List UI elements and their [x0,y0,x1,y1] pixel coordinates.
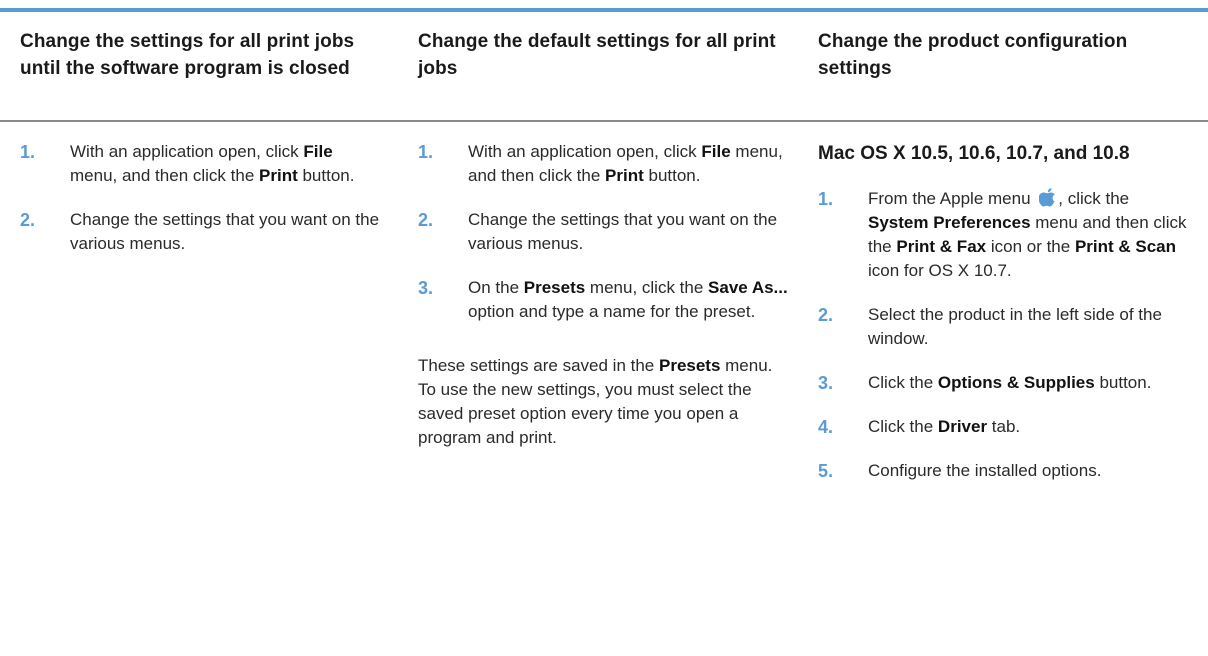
step-number: 5. [818,461,834,481]
column-product-configuration: Mac OS X 10.5, 10.6, 10.7, and 10.8 1. F… [818,140,1193,503]
list-item: 2. Change the settings that you want on … [418,210,778,253]
step-number: 1. [418,142,434,162]
header-default-settings: Change the default settings for all prin… [418,31,776,79]
step-number: 2. [418,210,434,230]
column-all-print-jobs: 1. With an application open, click File … [20,140,380,276]
list-item: 4. Click the Driver tab. [818,417,1021,437]
list-item: 3. Click the Options & Supplies button. [818,373,1152,393]
step-number: 3. [818,373,834,393]
column-default-settings: 1. With an application open, click File … [418,140,790,450]
step-number: 2. [818,305,834,325]
header-product-configuration: Change the product configuration setting… [818,31,1128,79]
list-item: 5. Configure the installed options. [818,461,1102,481]
apple-logo-icon [1039,188,1056,207]
list-item: 3. On the Presets menu, click the Save A… [418,278,788,321]
list-item: 2. Select the product in the left side o… [818,305,1162,348]
step-number: 1. [818,189,834,209]
header-separator [0,120,1208,122]
list-item: 1. With an application open, click File … [20,142,355,185]
list-item: 1. From the Apple menu , click the Syste… [818,188,1187,280]
step-number: 2. [20,210,36,230]
list-item: 2. Change the settings that you want on … [20,210,380,253]
document-page: Change the settings for all print jobs u… [0,0,1208,656]
os-version-heading: Mac OS X 10.5, 10.6, 10.7, and 10.8 [818,143,1130,164]
list-item: 1. With an application open, click File … [418,142,783,185]
top-rule [0,8,1208,12]
step-number: 4. [818,417,834,437]
header-all-print-jobs: Change the settings for all print jobs u… [20,31,355,79]
presets-note: These settings are saved in the Presets … [418,356,773,447]
step-number: 1. [20,142,36,162]
step-number: 3. [418,278,434,298]
